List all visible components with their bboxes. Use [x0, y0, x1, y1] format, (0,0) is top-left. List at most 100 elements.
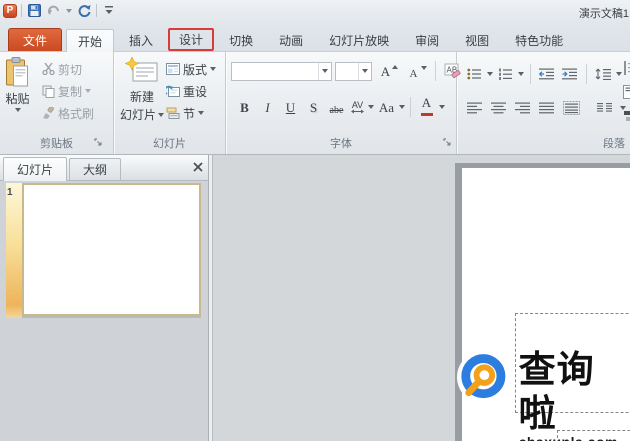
cut-label: 剪切	[58, 62, 83, 77]
convert-to-smartart-button[interactable]	[621, 106, 630, 125]
tab-review[interactable]: 审阅	[404, 29, 450, 51]
slides-small-buttons: 版式 重设 节	[166, 58, 217, 124]
character-spacing-button[interactable]: AV	[349, 98, 366, 117]
divider	[586, 64, 587, 84]
justify-icon	[539, 102, 554, 113]
new-slide-label-2: 幻灯片	[120, 108, 157, 122]
tab-home[interactable]: 开始	[66, 29, 115, 52]
undo-icon[interactable]	[46, 3, 62, 18]
watermark-site: chaxunla.com	[519, 434, 630, 441]
copy-icon	[42, 85, 55, 98]
decrease-indent-button[interactable]	[537, 65, 557, 84]
tab-transitions[interactable]: 切换	[218, 29, 264, 51]
tab-insert[interactable]: 插入	[118, 29, 164, 51]
powerpoint-window: P 演示文稿1 文件 开始 插入 设计 切换 动画 幻灯片放映 审阅 视图 特色…	[0, 0, 630, 441]
align-text-icon	[623, 84, 630, 99]
ribbon: 粘贴 剪切 复制 格式刷 剪贴板 新建 幻灯片 版式 重设 节 幻灯片 A A …	[0, 51, 630, 155]
smartart-icon	[624, 110, 630, 121]
clipboard-icon	[6, 57, 28, 87]
clipboard-small-buttons: 剪切 复制 格式刷	[42, 58, 94, 124]
change-case-button[interactable]: Aa	[376, 98, 397, 117]
line-spacing-button[interactable]	[593, 65, 613, 84]
copy-dropdown-icon	[85, 89, 92, 93]
section-button[interactable]: 节	[166, 102, 216, 124]
undo-dropdown-icon[interactable]	[66, 8, 72, 13]
close-pane-icon[interactable]	[193, 161, 203, 175]
clipboard-group: 粘贴 剪切 复制 格式刷 剪贴板	[0, 52, 114, 154]
font-color-swatch	[420, 112, 433, 116]
shrink-arrow-icon	[421, 65, 427, 70]
distribute-text-icon	[563, 100, 580, 115]
clipboard-dialog-launcher-icon[interactable]	[94, 136, 103, 150]
slides-list: 1	[0, 181, 208, 441]
tab-outline-pane[interactable]: 大纲	[69, 158, 122, 180]
font-size-combobox[interactable]	[335, 61, 372, 81]
spacing-arrows-icon	[351, 109, 364, 113]
strikethrough-label: abe	[329, 104, 344, 116]
bullets-dropdown-icon	[487, 72, 493, 76]
tab-slideshow[interactable]: 幻灯片放映	[318, 29, 400, 51]
columns-button[interactable]	[595, 98, 615, 117]
tab-special-features[interactable]: 特色功能	[504, 29, 574, 51]
font-color-dropdown-icon	[439, 105, 445, 109]
shrink-font-label: A	[409, 67, 418, 80]
bold-button[interactable]: B	[234, 98, 255, 117]
format-painter-icon	[43, 106, 54, 119]
align-text-button[interactable]	[621, 82, 630, 101]
font-dialog-launcher-icon[interactable]	[443, 136, 452, 150]
align-right-button[interactable]	[513, 98, 532, 117]
grow-font-button[interactable]: A	[375, 62, 400, 81]
cut-button[interactable]: 剪切	[42, 58, 94, 80]
ribbon-tab-row: 文件 开始 插入 设计 切换 动画 幻灯片放映 审阅 视图 特色功能	[0, 24, 630, 52]
align-center-button[interactable]	[489, 98, 508, 117]
text-direction-button[interactable]	[621, 58, 630, 77]
new-slide-button[interactable]: 新建 幻灯片	[120, 57, 165, 123]
reset-button[interactable]: 重设	[166, 80, 216, 102]
strikethrough-button[interactable]: abe	[326, 98, 347, 117]
decrease-indent-icon	[539, 68, 554, 80]
redo-icon[interactable]	[76, 3, 92, 18]
numbering-button[interactable]	[496, 65, 515, 84]
tab-design[interactable]: 设计	[168, 28, 215, 51]
window-title: 演示文稿1	[578, 8, 629, 20]
paste-button[interactable]: 粘贴	[4, 57, 31, 112]
powerpoint-app-icon[interactable]: P	[3, 3, 17, 18]
format-painter-button[interactable]: 格式刷	[42, 102, 94, 124]
chaxunla-logo-icon	[456, 350, 510, 404]
slide-selection-strip	[6, 183, 22, 318]
bullets-button[interactable]	[465, 65, 484, 84]
align-left-button[interactable]	[465, 98, 484, 117]
tab-slides-pane[interactable]: 幻灯片	[3, 157, 68, 181]
bullets-icon	[467, 68, 481, 80]
font-name-dropdown-icon	[322, 69, 328, 73]
tab-file[interactable]: 文件	[8, 28, 63, 51]
italic-button[interactable]: I	[257, 98, 278, 117]
font-name-combobox[interactable]	[231, 61, 332, 81]
layout-icon	[166, 63, 180, 75]
tab-animations[interactable]: 动画	[268, 29, 314, 51]
justify-button[interactable]	[537, 98, 556, 117]
shrink-font-button[interactable]: A	[403, 62, 429, 81]
tab-view[interactable]: 视图	[454, 29, 500, 51]
copy-button[interactable]: 复制	[42, 80, 94, 102]
panel-tab-strip: 幻灯片 大纲	[0, 155, 208, 181]
align-right-icon	[515, 102, 530, 113]
save-icon[interactable]	[26, 3, 42, 18]
char-spacing-dropdown-icon	[368, 105, 374, 109]
underline-button[interactable]: U	[280, 98, 301, 117]
slide-1-thumbnail[interactable]	[22, 183, 201, 316]
format-painter-label: 格式刷	[58, 106, 95, 121]
distribute-text-button[interactable]	[561, 98, 582, 117]
text-shadow-button[interactable]: S	[303, 98, 324, 117]
font-color-button[interactable]: A	[416, 95, 437, 117]
watermark-name: 查询啦	[518, 350, 595, 435]
italic-label: I	[265, 99, 270, 115]
quick-access-toolbar: P	[3, 3, 117, 18]
align-left-icon	[467, 102, 482, 113]
layout-button[interactable]: 版式	[166, 58, 217, 80]
increase-indent-button[interactable]	[560, 65, 580, 84]
watermark: 查询啦 chaxunla.com	[456, 349, 630, 441]
customize-quick-access-icon[interactable]	[101, 3, 117, 18]
increase-indent-icon	[562, 68, 577, 80]
reset-label: 重设	[183, 84, 208, 99]
